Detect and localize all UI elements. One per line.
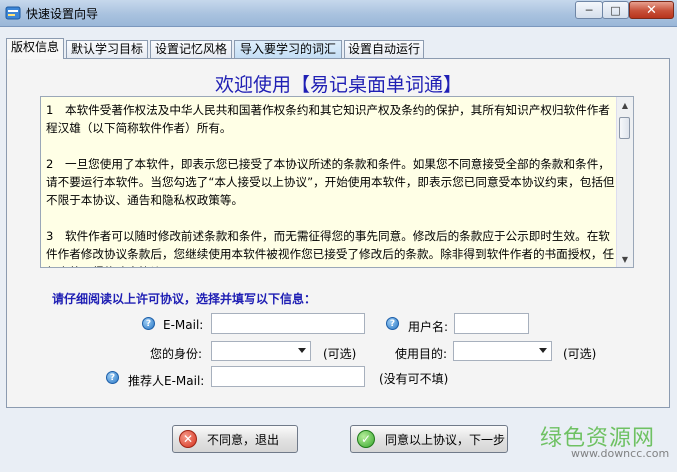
tab-auto-run[interactable]: 设置自动运行 — [344, 40, 424, 58]
purpose-note: (可选) — [563, 347, 597, 361]
license-paragraph: 3 软件作者可以随时修改前述条款和条件，而无需征得您的事先同意。修改后的条款应于… — [46, 229, 615, 267]
tab-import-words[interactable]: 导入要学习的词汇 — [234, 40, 342, 58]
watermark-url: www.downcc.com — [571, 447, 670, 460]
decline-label: 不同意，退出 — [207, 432, 280, 447]
accept-next-button[interactable]: ✓ 同意以上协议，下一步 — [350, 425, 508, 453]
scroll-thumb[interactable] — [619, 117, 630, 139]
tab-learning-goal[interactable]: 默认学习目标 — [66, 40, 148, 58]
tab-memory-style[interactable]: 设置记忆风格 — [150, 40, 232, 58]
referrer-email-field[interactable] — [211, 366, 365, 387]
tab-copyright[interactable]: 版权信息 — [6, 38, 64, 59]
purpose-label: 使用目的: — [395, 347, 448, 361]
referrer-note: (没有可不填) — [379, 372, 449, 386]
scroll-down-icon[interactable]: ▼ — [617, 251, 633, 267]
window-title: 快速设置向导 — [26, 7, 99, 21]
minimize-icon: ─ — [585, 3, 593, 17]
license-paragraph: 2 一旦您使用了本软件，即表示您已接受了本协议所述的条款和条件。如果您不同意接受… — [46, 157, 615, 207]
username-label: 用户名: — [408, 320, 449, 334]
welcome-heading: 欢迎使用【易记桌面单词通】 — [214, 74, 462, 96]
scroll-up-icon[interactable]: ▲ — [617, 97, 633, 113]
close-button[interactable]: ✕ — [629, 1, 674, 19]
license-textbox[interactable]: 1 本软件受著作权法及中华人民共和国著作权条约和其它知识产权及条约的保护，其所有… — [40, 96, 634, 268]
help-icon[interactable]: ? — [386, 317, 399, 330]
username-field[interactable] — [454, 313, 529, 334]
decline-exit-button[interactable]: ✕ 不同意，退出 — [172, 425, 298, 453]
referrer-label: 推荐人E-Mail: — [128, 374, 205, 388]
help-icon[interactable]: ? — [106, 371, 119, 384]
identity-note: (可选) — [323, 347, 357, 361]
help-icon[interactable]: ? — [142, 317, 155, 330]
title-bar: 快速设置向导 ─ □ ✕ — [0, 0, 677, 27]
email-label: E-Mail: — [163, 318, 204, 332]
form-prompt: 请仔细阅读以上许可协议，选择并填写以下信息： — [52, 292, 317, 306]
purpose-select[interactable] — [453, 341, 552, 361]
identity-label: 您的身份: — [150, 347, 203, 361]
check-icon: ✓ — [357, 430, 375, 448]
cancel-x-icon: ✕ — [179, 430, 197, 448]
accept-label: 同意以上协议，下一步 — [385, 432, 506, 447]
identity-select[interactable] — [211, 341, 311, 361]
chevron-down-icon — [298, 348, 306, 353]
email-field[interactable] — [211, 313, 365, 334]
maximize-button[interactable]: □ — [602, 1, 629, 19]
license-paragraph: 1 本软件受著作权法及中华人民共和国著作权条约和其它知识产权及条约的保护，其所有… — [46, 103, 610, 135]
maximize-icon: □ — [610, 3, 621, 17]
chevron-down-icon — [539, 348, 547, 353]
app-icon — [5, 6, 21, 20]
close-icon: ✕ — [646, 2, 657, 18]
license-scrollbar[interactable]: ▲ ▼ — [616, 97, 633, 267]
minimize-button[interactable]: ─ — [575, 1, 603, 19]
license-text: 1 本软件受著作权法及中华人民共和国著作权条约和其它知识产权及条约的保护，其所有… — [46, 101, 616, 267]
